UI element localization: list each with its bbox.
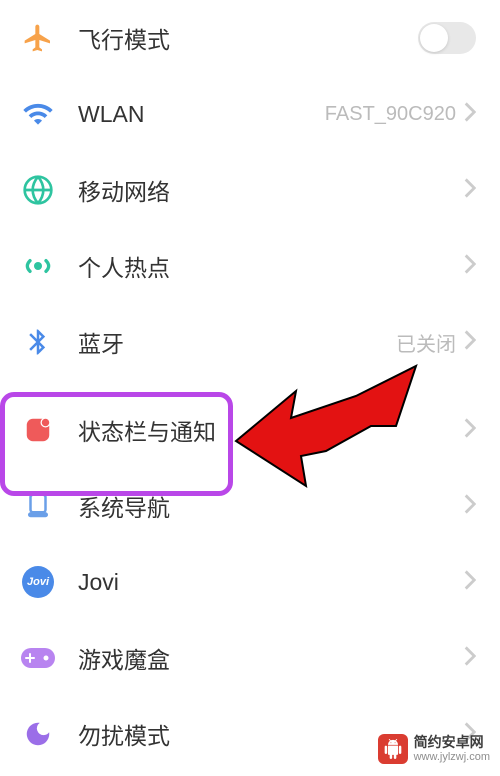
item-bluetooth[interactable]: 蓝牙 已关闭 bbox=[0, 304, 500, 380]
jovi-icon: Jovi bbox=[20, 564, 56, 600]
item-wlan[interactable]: WLAN FAST_90C920 bbox=[0, 76, 500, 152]
watermark-url: www.jylzwj.com bbox=[414, 751, 490, 763]
item-system-navigation[interactable]: 系统导航 bbox=[0, 468, 500, 544]
android-icon bbox=[378, 734, 408, 764]
hotspot-icon bbox=[20, 248, 56, 284]
statusbar-label: 状态栏与通知 bbox=[78, 413, 464, 447]
hotspot-label: 个人热点 bbox=[78, 249, 464, 283]
item-hotspot[interactable]: 个人热点 bbox=[0, 228, 500, 304]
item-mobile-network[interactable]: 移动网络 bbox=[0, 152, 500, 228]
chevron-right-icon bbox=[464, 254, 476, 279]
airplane-toggle[interactable] bbox=[418, 22, 476, 54]
item-gamebox[interactable]: 游戏魔盒 bbox=[0, 620, 500, 696]
wifi-icon bbox=[20, 96, 56, 132]
section-divider bbox=[0, 380, 500, 392]
item-airplane-mode[interactable]: 飞行模式 bbox=[0, 0, 500, 76]
bluetooth-value: 已关闭 bbox=[396, 328, 456, 357]
item-statusbar[interactable]: 状态栏与通知 bbox=[0, 392, 500, 468]
gamebox-label: 游戏魔盒 bbox=[78, 641, 464, 675]
bluetooth-icon bbox=[20, 324, 56, 360]
chevron-right-icon bbox=[464, 570, 476, 595]
watermark-title: 简约安卓网 bbox=[414, 735, 490, 750]
moon-icon bbox=[20, 716, 56, 752]
chevron-right-icon bbox=[464, 494, 476, 519]
navigation-label: 系统导航 bbox=[78, 489, 464, 523]
jovi-label: Jovi bbox=[78, 569, 464, 596]
airplane-label: 飞行模式 bbox=[78, 21, 418, 55]
item-jovi[interactable]: Jovi Jovi bbox=[0, 544, 500, 620]
chevron-right-icon bbox=[464, 646, 476, 671]
settings-list: 飞行模式 WLAN FAST_90C920 移动网络 个人热点 bbox=[0, 0, 500, 772]
watermark: 简约安卓网 www.jylzwj.com bbox=[378, 734, 490, 764]
chevron-right-icon bbox=[464, 102, 476, 127]
globe-icon bbox=[20, 172, 56, 208]
wlan-value: FAST_90C920 bbox=[325, 103, 456, 126]
notification-icon bbox=[20, 412, 56, 448]
navigation-icon bbox=[20, 488, 56, 524]
watermark-text: 简约安卓网 www.jylzwj.com bbox=[414, 735, 490, 762]
airplane-icon bbox=[20, 20, 56, 56]
chevron-right-icon bbox=[464, 178, 476, 203]
wlan-label: WLAN bbox=[78, 101, 325, 128]
chevron-right-icon bbox=[464, 330, 476, 355]
chevron-right-icon bbox=[464, 418, 476, 443]
jovi-badge: Jovi bbox=[22, 566, 54, 598]
toggle-knob bbox=[420, 24, 448, 52]
gamepad-icon bbox=[20, 640, 56, 676]
mobile-label: 移动网络 bbox=[78, 173, 464, 207]
bluetooth-label: 蓝牙 bbox=[78, 325, 396, 359]
